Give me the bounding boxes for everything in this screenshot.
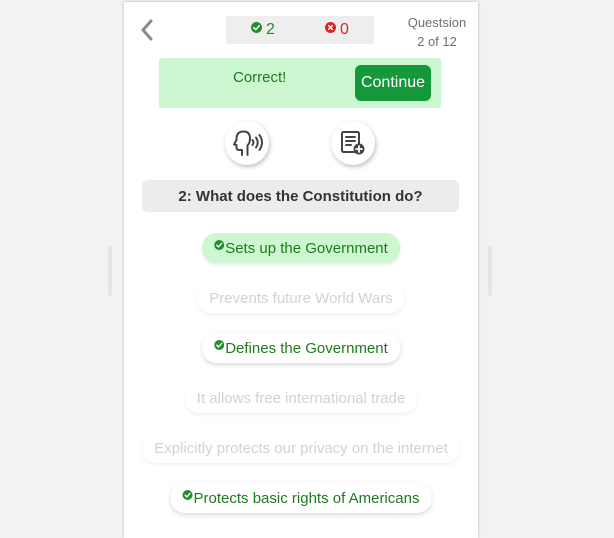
- feedback-message: Correct!: [233, 69, 287, 86]
- speak-icon: [233, 130, 263, 156]
- feedback-banner: Correct! Continue: [159, 58, 441, 108]
- add-note-button[interactable]: [331, 121, 375, 165]
- side-handle-left: [108, 246, 112, 296]
- check-circle-icon: [214, 240, 225, 250]
- back-button[interactable]: [136, 16, 158, 44]
- score-box: 2 0: [226, 16, 374, 44]
- answer-label: Prevents future World Wars: [209, 289, 393, 307]
- question-counter: Questsion 2 of 12: [402, 13, 472, 51]
- question-progress: 2 of 12: [417, 34, 457, 49]
- x-circle-icon: [325, 21, 337, 33]
- wrong-score: 0: [325, 21, 349, 39]
- speak-button[interactable]: [225, 121, 269, 165]
- chevron-left-icon: [141, 19, 153, 41]
- answer-option-2[interactable]: Prevents future World Wars: [197, 283, 405, 313]
- answer-option-1[interactable]: Sets up the Government: [202, 233, 400, 263]
- answer-option-4[interactable]: It allows free international trade: [184, 383, 418, 413]
- answer-label: It allows free international trade: [196, 389, 406, 407]
- answer-option-5[interactable]: Explicitly protects our privacy on the i…: [142, 433, 460, 463]
- correct-count: 2: [266, 21, 275, 38]
- quiz-screen: 2 0 Questsion 2 of 12 Correct! Continue: [124, 2, 478, 538]
- answer-label: Sets up the Government: [225, 239, 388, 257]
- check-circle-icon: [214, 340, 225, 350]
- check-circle-icon: [251, 21, 263, 33]
- wrong-count: 0: [340, 21, 349, 38]
- answer-label: Explicitly protects our privacy on the i…: [154, 439, 448, 457]
- question-label: Questsion: [407, 15, 467, 30]
- check-circle-icon: [182, 490, 193, 500]
- add-note-icon: [341, 131, 365, 155]
- answer-label: Protects basic rights of Americans: [193, 489, 420, 507]
- answer-label: Defines the Government: [225, 339, 388, 357]
- answer-option-3[interactable]: Defines the Government: [202, 333, 400, 363]
- correct-score: 2: [251, 21, 275, 39]
- question-text: 2: What does the Constitution do?: [142, 180, 459, 212]
- continue-button[interactable]: Continue: [355, 65, 431, 101]
- answer-option-6[interactable]: Protects basic rights of Americans: [170, 483, 432, 513]
- side-handle-right: [488, 246, 492, 296]
